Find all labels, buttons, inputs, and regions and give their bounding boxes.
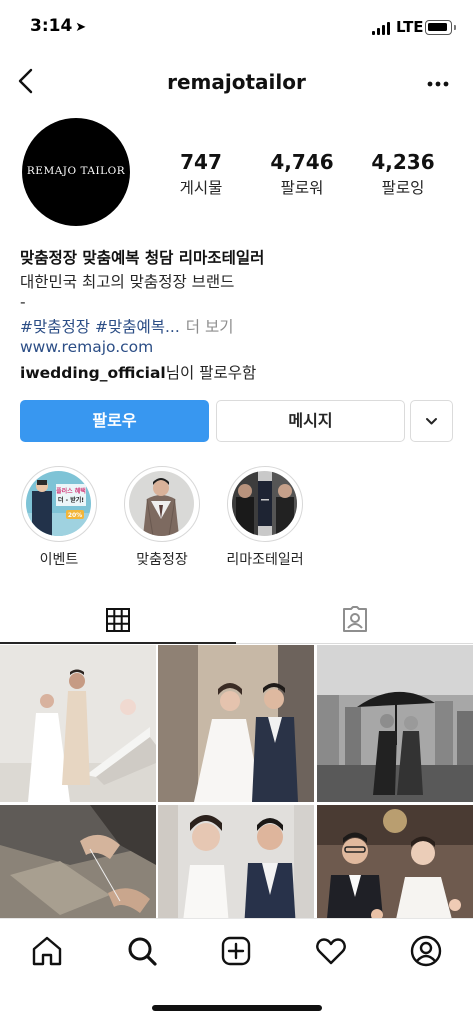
- activity-heart-icon: [316, 938, 346, 965]
- highlight-label: 리마조테일러: [226, 552, 304, 568]
- new-post-icon: [221, 936, 251, 966]
- nav-activity[interactable]: [313, 933, 349, 969]
- highlight-remajo[interactable]: 리마조테일러: [225, 466, 305, 569]
- svg-text:더 - 받기!: 더 - 받기!: [58, 496, 84, 504]
- profile-icon: [410, 935, 442, 967]
- location-arrow-icon: ➤: [75, 20, 87, 35]
- photo-grid: [0, 645, 473, 962]
- profile-username: remajotailor: [167, 70, 306, 94]
- more-options-button[interactable]: [424, 72, 452, 96]
- posts-stat[interactable]: 747 게시물: [151, 150, 251, 198]
- nav-new-post[interactable]: [218, 933, 254, 969]
- message-button[interactable]: 메시지: [216, 400, 405, 442]
- highlight-event-thumbnail: 플러스 혜택 더 - 받기! 20%: [26, 471, 91, 536]
- highlight-custom-suit[interactable]: 맞춤정장: [122, 466, 202, 569]
- see-more-link[interactable]: 더 보기: [186, 318, 234, 336]
- svg-text:20%: 20%: [68, 512, 82, 519]
- followers-stat[interactable]: 4,746 팔로워: [252, 150, 352, 198]
- nav-profile[interactable]: [408, 933, 444, 969]
- website-link[interactable]: www.remajo.com: [20, 338, 153, 356]
- nav-search[interactable]: [124, 933, 160, 969]
- highlight-event[interactable]: 플러스 혜택 더 - 받기! 20% 이벤트: [19, 466, 99, 569]
- grid-icon: [106, 608, 130, 632]
- highlight-label: 맞춤정장: [136, 552, 188, 568]
- follow-button[interactable]: 팔로우: [20, 400, 209, 442]
- svg-text:플러스 혜택: 플러스 혜택: [56, 487, 86, 495]
- tagged-person-icon: [343, 606, 367, 632]
- highlight-suit-thumbnail: [129, 471, 194, 536]
- battery-icon: [425, 20, 456, 35]
- grid-photo[interactable]: [158, 645, 314, 802]
- more-dots-icon: [427, 81, 449, 87]
- home-indicator[interactable]: [152, 1005, 322, 1011]
- bio-name: 맞춤정장 맞춤예복 청담 리마조테일러: [20, 249, 265, 267]
- following-stat[interactable]: 4,236 팔로잉: [353, 150, 453, 198]
- tab-tagged[interactable]: [236, 600, 473, 644]
- grid-photo[interactable]: [0, 645, 156, 802]
- search-icon: [128, 937, 157, 966]
- avatar[interactable]: REMAJO TAILOR: [22, 118, 130, 226]
- followed-by[interactable]: iwedding_official님이 팔로우함: [20, 361, 256, 383]
- grid-photo[interactable]: [317, 645, 473, 802]
- network-type: LTE: [396, 18, 424, 36]
- home-icon: [32, 936, 62, 966]
- avatar-logo-text: REMAJO TAILOR: [26, 165, 126, 177]
- bio-hashtags[interactable]: #맞춤정장 #맞춤예복... 더 보기: [20, 315, 233, 337]
- bio-dash: -: [20, 293, 26, 311]
- cellular-signal-icon: [372, 22, 392, 35]
- bio-text: 대한민국 최고의 맞춤정장 브랜드: [20, 273, 235, 291]
- status-time: 3:14 ➤: [30, 16, 87, 36]
- highlight-remajo-thumbnail: [232, 471, 297, 536]
- tab-grid[interactable]: [0, 600, 236, 644]
- suggestions-dropdown-button[interactable]: [410, 400, 453, 442]
- chevron-down-icon: [426, 418, 437, 425]
- nav-home[interactable]: [29, 933, 65, 969]
- tab-divider: [236, 643, 473, 644]
